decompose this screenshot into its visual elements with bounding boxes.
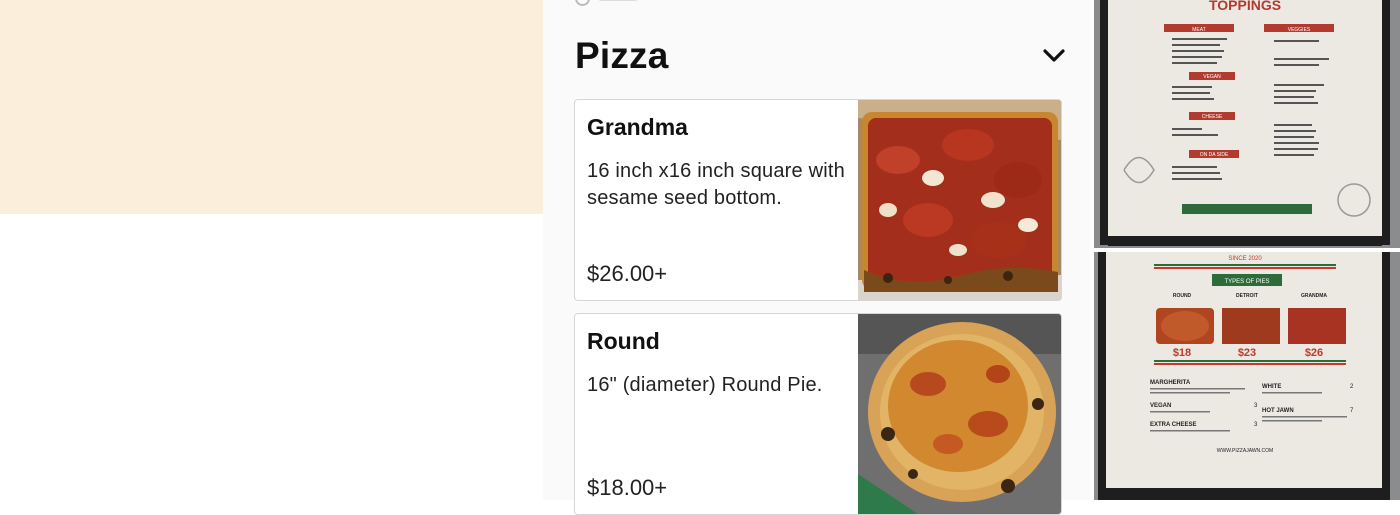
hot-jawn-label: HOT JAWN <box>1262 408 1294 414</box>
round-col: ROUND <box>1173 293 1192 299</box>
item-price: $26.00+ <box>587 261 668 286</box>
left-panel <box>0 0 543 500</box>
grandma-pizza-photo <box>858 100 1061 300</box>
toppings-heading: TOPPINGS <box>1209 0 1281 13</box>
toppings-menu-photo[interactable]: TOPPINGS MEAT VEGGIES VEGAN CHEESE ON DA… <box>1094 0 1400 248</box>
menu-item-round[interactable]: Round 16" (diameter) Round Pie. $18.00+ <box>574 313 1062 515</box>
vegan-label: VEGAN <box>1203 74 1221 80</box>
grandma-col: GRANDMA <box>1301 293 1327 299</box>
price-detroit: $23 <box>1238 347 1256 359</box>
detroit-col: DETROIT <box>1236 293 1258 299</box>
item-price: $18.00+ <box>587 475 668 500</box>
menu-item-grandma[interactable]: Grandma 16 inch x16 inch square with ses… <box>574 99 1062 301</box>
round-pizza-photo <box>858 314 1061 514</box>
website-label: WWW.PIZZAJAWN.COM <box>1217 448 1273 454</box>
pie-types-menu-photo[interactable]: SINCE 2020 TYPES OF PIES ROUND DETROIT G… <box>1094 252 1400 500</box>
margherita-label: MARGHERITA <box>1150 380 1191 386</box>
item-name: Grandma <box>587 114 688 140</box>
cheese-label: CHEESE <box>1202 114 1223 120</box>
previous-section-fragment <box>575 0 645 6</box>
extra-cheese-label: EXTRA CHEESE <box>1150 422 1196 428</box>
vegan-pie-label: VEGAN <box>1150 403 1171 409</box>
menu-column: Pizza Grandma 16 inch x16 inch square wi… <box>543 0 1090 515</box>
section-title: Pizza <box>575 35 669 76</box>
chevron-down-icon[interactable] <box>1041 43 1067 69</box>
item-name: Round <box>587 328 660 354</box>
item-description: 16" (diameter) Round Pie. <box>587 374 823 396</box>
on-da-side-label: ON DA SIDE <box>1200 152 1229 158</box>
white-label: WHITE <box>1262 384 1281 390</box>
price-grandma: $26 <box>1305 347 1323 359</box>
item-description: 16 inch x16 inch square with sesame seed… <box>587 160 845 209</box>
hero-banner <box>0 0 543 214</box>
meat-label: MEAT <box>1192 27 1206 33</box>
price-round: $18 <box>1173 347 1191 359</box>
pizza-section-header[interactable]: Pizza <box>575 28 1067 84</box>
menu-photos-column: TOPPINGS MEAT VEGGIES VEGAN CHEESE ON DA… <box>1090 0 1400 500</box>
radio-icon <box>575 0 590 6</box>
since-label: SINCE 2020 <box>1228 256 1262 262</box>
pies-heading: TYPES OF PIES <box>1224 279 1269 285</box>
veggies-label: VEGGIES <box>1288 27 1311 33</box>
